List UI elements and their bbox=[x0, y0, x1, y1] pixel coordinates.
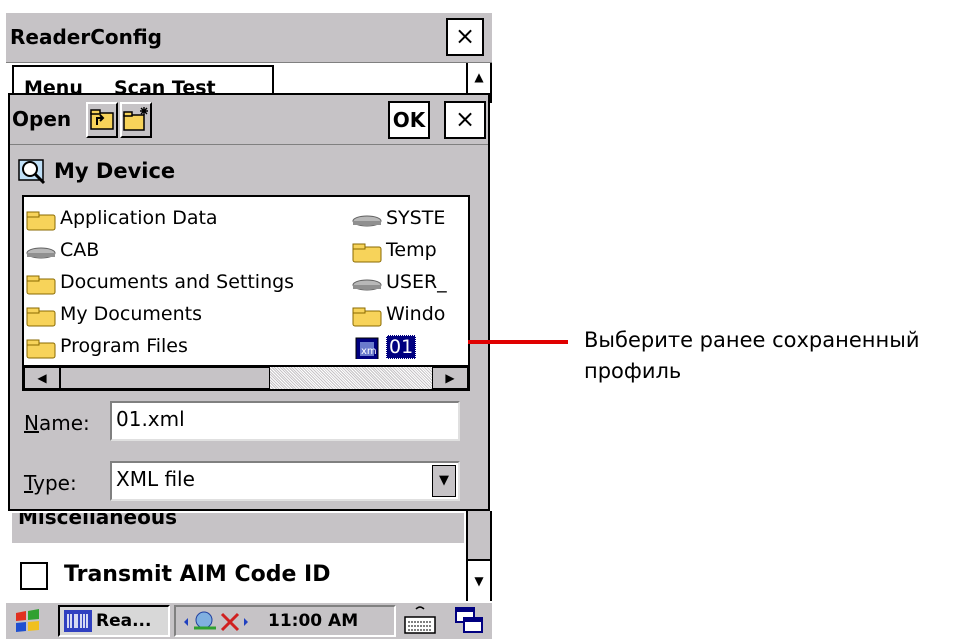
switch-windows-button[interactable] bbox=[452, 605, 488, 637]
windows-switch-icon bbox=[455, 607, 483, 633]
keyboard-icon bbox=[404, 606, 436, 634]
scroll-up-arrow-icon[interactable]: ▲ bbox=[468, 63, 490, 93]
name-field-value: 01.xml bbox=[116, 407, 185, 431]
annotation-line bbox=[468, 340, 568, 344]
file-name: Documents and Settings bbox=[60, 271, 295, 293]
scroll-down-arrow-icon[interactable]: ▼ bbox=[468, 567, 490, 597]
dialog-title: Open bbox=[12, 107, 72, 131]
section-header: Miscellaneous bbox=[12, 513, 464, 543]
folder-icon bbox=[26, 211, 56, 231]
drive-icon bbox=[352, 215, 382, 227]
file-name: CAB bbox=[60, 239, 100, 261]
file-name: Windo bbox=[386, 303, 446, 325]
drive-icon bbox=[26, 247, 56, 259]
file-name: USER_ bbox=[386, 271, 447, 293]
type-select[interactable]: XML file ▼ bbox=[110, 461, 460, 501]
open-dialog: Open OK × My Device Application Data CAB… bbox=[8, 93, 490, 511]
scroll-track[interactable] bbox=[270, 367, 432, 389]
device-screen: ReaderConfig × Menu Scan Test ▲ Open OK … bbox=[6, 13, 492, 639]
file-name: 01 bbox=[386, 335, 417, 359]
transmit-aim-label: Transmit AIM Code ID bbox=[64, 562, 331, 587]
type-select-value: XML file bbox=[116, 467, 195, 491]
annotation-text: Выберите ранее сохраненный профиль bbox=[584, 328, 920, 383]
chevron-down-icon[interactable]: ▼ bbox=[432, 465, 456, 497]
dialog-close-button[interactable]: × bbox=[444, 101, 486, 139]
section-title: Miscellaneous bbox=[18, 513, 177, 529]
taskbar-app-button[interactable]: Rea... bbox=[58, 605, 170, 637]
barcode-app-icon bbox=[64, 610, 92, 632]
system-tray: 11:00 AM bbox=[174, 605, 396, 637]
title-bar: ReaderConfig × bbox=[6, 13, 492, 63]
name-label: Name: bbox=[24, 411, 90, 435]
svg-text:xm: xm bbox=[361, 346, 377, 357]
type-label: Type: bbox=[24, 471, 77, 495]
clock[interactable]: 11:00 AM bbox=[268, 611, 358, 631]
connectivity-icon[interactable] bbox=[178, 608, 264, 636]
window-close-button[interactable]: × bbox=[446, 18, 484, 56]
drive-icon bbox=[352, 279, 382, 291]
windows-flag-icon bbox=[16, 609, 39, 632]
keyboard-button[interactable] bbox=[402, 605, 438, 637]
location-name: My Device bbox=[54, 159, 176, 183]
vertical-scrollbar[interactable]: ▼ bbox=[466, 511, 492, 601]
folder-icon bbox=[26, 307, 56, 327]
file-name: Temp bbox=[386, 239, 437, 261]
start-button[interactable] bbox=[8, 605, 54, 637]
horizontal-scrollbar[interactable]: ◀ ▶ bbox=[24, 365, 468, 389]
window-title: ReaderConfig bbox=[10, 25, 163, 49]
scroll-left-arrow-icon[interactable]: ◀ bbox=[24, 367, 60, 389]
dialog-toolbar: Open OK × bbox=[10, 95, 488, 145]
up-folder-button[interactable] bbox=[86, 102, 118, 138]
scroll-thumb[interactable] bbox=[60, 367, 270, 389]
file-name: My Documents bbox=[60, 303, 203, 325]
file-name: SYSTE bbox=[386, 207, 446, 229]
device-search-icon bbox=[18, 159, 46, 185]
scroll-right-arrow-icon[interactable]: ▶ bbox=[432, 367, 468, 389]
up-folder-icon bbox=[90, 109, 114, 130]
file-name: Application Data bbox=[60, 207, 218, 229]
folder-icon bbox=[352, 307, 382, 327]
taskbar: Rea... 11:00 AM bbox=[6, 601, 492, 639]
transmit-aim-checkbox[interactable] bbox=[20, 562, 48, 590]
file-name: Program Files bbox=[60, 335, 188, 357]
scroll-thumb[interactable] bbox=[468, 511, 490, 561]
folder-icon bbox=[26, 339, 56, 359]
folder-icon bbox=[26, 275, 56, 295]
file-list[interactable]: Application Data CAB Documents and Setti… bbox=[22, 195, 470, 391]
new-folder-button[interactable] bbox=[120, 102, 152, 138]
folder-icon bbox=[352, 243, 382, 263]
taskbar-app-label: Rea... bbox=[96, 611, 152, 631]
ok-button[interactable]: OK bbox=[388, 101, 430, 139]
name-field[interactable]: 01.xml bbox=[110, 401, 460, 441]
new-folder-icon bbox=[123, 107, 148, 131]
xml-file-icon: xm bbox=[355, 337, 379, 359]
